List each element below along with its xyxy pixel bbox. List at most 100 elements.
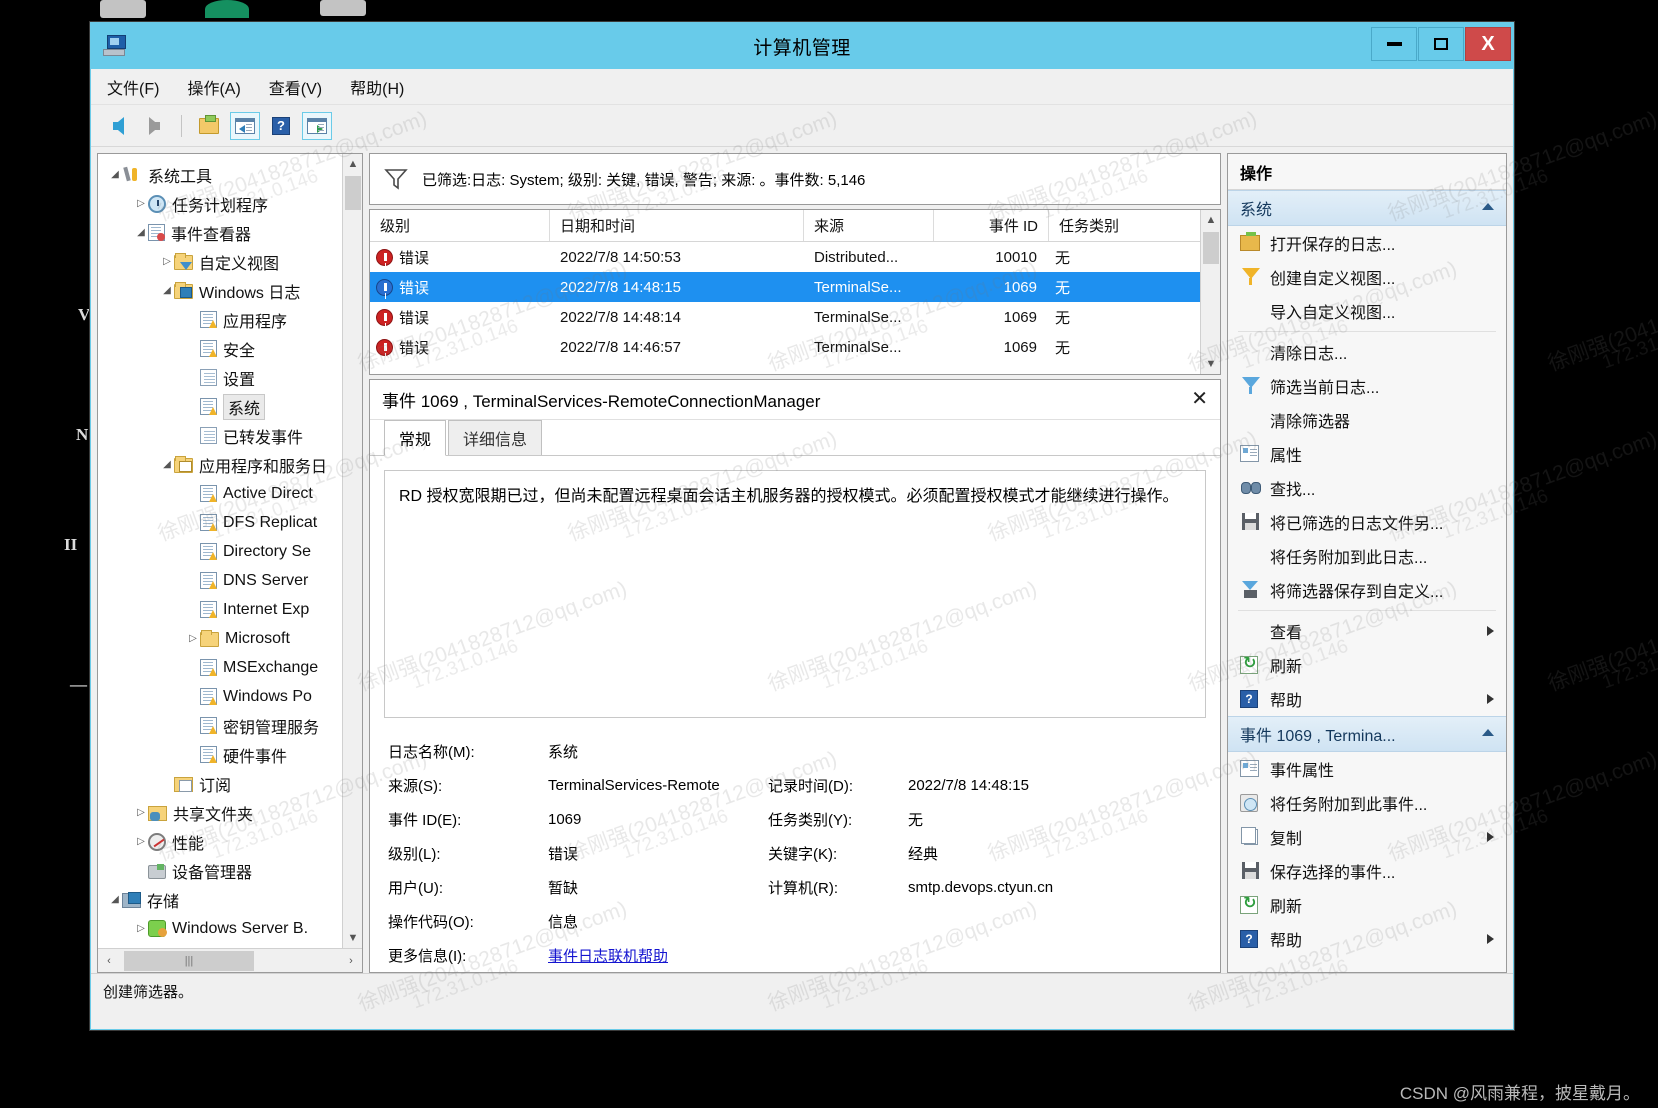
tree-node-7[interactable]: 设置: [98, 363, 362, 392]
tree-node-20[interactable]: 硬件事件: [98, 740, 362, 769]
actions-group-header-1[interactable]: 事件 1069 , Termina...: [1228, 716, 1506, 752]
action-item-0-9[interactable]: 将任务附加到此日志...: [1228, 539, 1506, 573]
chevron-up-icon[interactable]: [1482, 729, 1494, 736]
tree-node-22[interactable]: ▷ 共享文件夹: [98, 798, 362, 827]
action-item-1-4[interactable]: 刷新: [1228, 888, 1506, 922]
action-item-1-5[interactable]: ? 帮助: [1228, 922, 1506, 956]
action-item-0-10[interactable]: 将筛选器保存到自定义...: [1228, 573, 1506, 607]
tree-node-21[interactable]: 订阅: [98, 769, 362, 798]
tree-node-1[interactable]: ▷ 任务计划程序: [98, 189, 362, 218]
tree-node-5[interactable]: 应用程序: [98, 305, 362, 334]
tree-scroll-left-icon[interactable]: ‹: [98, 950, 120, 972]
close-button[interactable]: X: [1465, 27, 1511, 61]
table-row[interactable]: 错误 2022/7/8 14:50:53 Distributed... 10010 无: [370, 242, 1220, 272]
tab-details[interactable]: 详细信息: [448, 420, 543, 455]
help-button[interactable]: ?: [266, 112, 296, 140]
tree-node-11[interactable]: Active Direct: [98, 479, 362, 508]
chevron-right-icon[interactable]: [1487, 832, 1494, 842]
column-header-datetime[interactable]: 日期和时间: [550, 210, 804, 241]
desktop-icon-1[interactable]: [100, 0, 146, 18]
tree-node-24[interactable]: 设备管理器: [98, 856, 362, 885]
chevron-right-icon[interactable]: ▷: [134, 836, 148, 847]
action-item-0-3[interactable]: 清除日志...: [1228, 335, 1506, 369]
action-item-1-2[interactable]: 复制: [1228, 820, 1506, 854]
tree-horizontal-scrollbar[interactable]: ‹ ||| ›: [98, 948, 362, 972]
tree-hscroll-thumb[interactable]: |||: [124, 950, 254, 971]
up-folder-button[interactable]: [194, 112, 224, 140]
tree-node-4[interactable]: ◢ Windows 日志: [98, 276, 362, 305]
tree-scroll-thumb[interactable]: [345, 176, 361, 210]
action-item-1-0[interactable]: 事件属性: [1228, 752, 1506, 786]
tree-hscroll-track[interactable]: |||: [120, 950, 340, 972]
chevron-down-icon[interactable]: ◢: [108, 894, 122, 905]
desktop-icon-3[interactable]: [320, 0, 366, 16]
action-item-0-6[interactable]: 属性: [1228, 437, 1506, 471]
event-list-vertical-scrollbar[interactable]: ▲ ▼: [1200, 210, 1220, 374]
event-list-scroll-thumb[interactable]: [1203, 232, 1219, 264]
tree-node-17[interactable]: MSExchange: [98, 653, 362, 682]
tree-node-15[interactable]: Internet Exp: [98, 595, 362, 624]
tab-general[interactable]: 常规: [384, 420, 447, 456]
tree-scroll-up-icon[interactable]: ▲: [343, 154, 362, 174]
chevron-down-icon[interactable]: ◢: [108, 169, 122, 180]
minimize-button[interactable]: [1371, 27, 1417, 61]
menu-help[interactable]: 帮助(H): [350, 75, 404, 99]
action-item-0-13[interactable]: ? 帮助: [1228, 682, 1506, 716]
chevron-down-icon[interactable]: ◢: [134, 227, 148, 238]
chevron-right-icon[interactable]: ▷: [160, 256, 174, 267]
tree-node-10[interactable]: ◢ 应用程序和服务日: [98, 450, 362, 479]
tree-node-6[interactable]: 安全: [98, 334, 362, 363]
action-item-1-1[interactable]: 将任务附加到此事件...: [1228, 786, 1506, 820]
action-item-0-7[interactable]: 查找...: [1228, 471, 1506, 505]
forward-button[interactable]: [139, 112, 169, 140]
action-item-0-1[interactable]: 创建自定义视图...: [1228, 260, 1506, 294]
chevron-right-icon[interactable]: ▷: [186, 633, 200, 644]
detail-close-icon[interactable]: ✕: [1191, 389, 1208, 409]
table-row[interactable]: 错误 2022/7/8 14:48:15 TerminalSe... 1069 无: [370, 272, 1220, 302]
tree-node-14[interactable]: DNS Server: [98, 566, 362, 595]
chevron-right-icon[interactable]: ▷: [134, 923, 148, 934]
chevron-right-icon[interactable]: ▷: [134, 807, 148, 818]
event-list-scroll-down-icon[interactable]: ▼: [1201, 354, 1220, 374]
column-header-level[interactable]: 级别: [370, 210, 550, 241]
action-item-0-4[interactable]: 筛选当前日志...: [1228, 369, 1506, 403]
chevron-right-icon[interactable]: ▷: [134, 198, 148, 209]
show-action-pane-button[interactable]: [302, 111, 332, 140]
action-item-0-5[interactable]: 清除筛选器: [1228, 403, 1506, 437]
column-header-source[interactable]: 来源: [804, 210, 934, 241]
event-list-scroll-up-icon[interactable]: ▲: [1201, 210, 1220, 230]
action-item-0-12[interactable]: 刷新: [1228, 648, 1506, 682]
column-header-event-id[interactable]: 事件 ID: [934, 210, 1049, 241]
menu-view[interactable]: 查看(V): [269, 75, 322, 99]
show-console-tree-button[interactable]: [230, 111, 260, 140]
chevron-right-icon[interactable]: [1487, 934, 1494, 944]
action-item-0-2[interactable]: 导入自定义视图...: [1228, 294, 1506, 328]
chevron-right-icon[interactable]: [1487, 694, 1494, 704]
tree-node-2[interactable]: ◢ 事件查看器: [98, 218, 362, 247]
action-item-0-11[interactable]: 查看: [1228, 614, 1506, 648]
tree-node-16[interactable]: ▷ Microsoft: [98, 624, 362, 653]
action-item-0-0[interactable]: 打开保存的日志...: [1228, 226, 1506, 260]
tree-node-9[interactable]: 已转发事件: [98, 421, 362, 450]
tree-node-19[interactable]: 密钥管理服务: [98, 711, 362, 740]
tree-node-3[interactable]: ▷ 自定义视图: [98, 247, 362, 276]
chevron-right-icon[interactable]: [1487, 626, 1494, 636]
menu-file[interactable]: 文件(F): [107, 75, 159, 99]
action-item-1-3[interactable]: 保存选择的事件...: [1228, 854, 1506, 888]
tree-node-25[interactable]: ◢ 存储: [98, 885, 362, 914]
tree-vertical-scrollbar[interactable]: ▲ ▼: [342, 154, 362, 948]
chevron-down-icon[interactable]: ◢: [160, 285, 174, 296]
tree-node-13[interactable]: Directory Se: [98, 537, 362, 566]
tree-scroll-down-icon[interactable]: ▼: [343, 928, 362, 948]
table-row[interactable]: 错误 2022/7/8 14:48:14 TerminalSe... 1069 无: [370, 302, 1220, 332]
chevron-up-icon[interactable]: [1482, 203, 1494, 210]
menu-action[interactable]: 操作(A): [187, 75, 240, 99]
chevron-down-icon[interactable]: ◢: [160, 459, 174, 470]
column-header-task-category[interactable]: 任务类别: [1049, 210, 1149, 241]
event-log-online-help-link[interactable]: 事件日志联机帮助: [548, 948, 668, 965]
actions-group-header-0[interactable]: 系统: [1228, 190, 1506, 226]
desktop-icon-2[interactable]: [205, 0, 249, 18]
tree-node-23[interactable]: ▷ 性能: [98, 827, 362, 856]
tree-node-26[interactable]: ▷ Windows Server B.: [98, 914, 362, 943]
tree-node-18[interactable]: Windows Po: [98, 682, 362, 711]
